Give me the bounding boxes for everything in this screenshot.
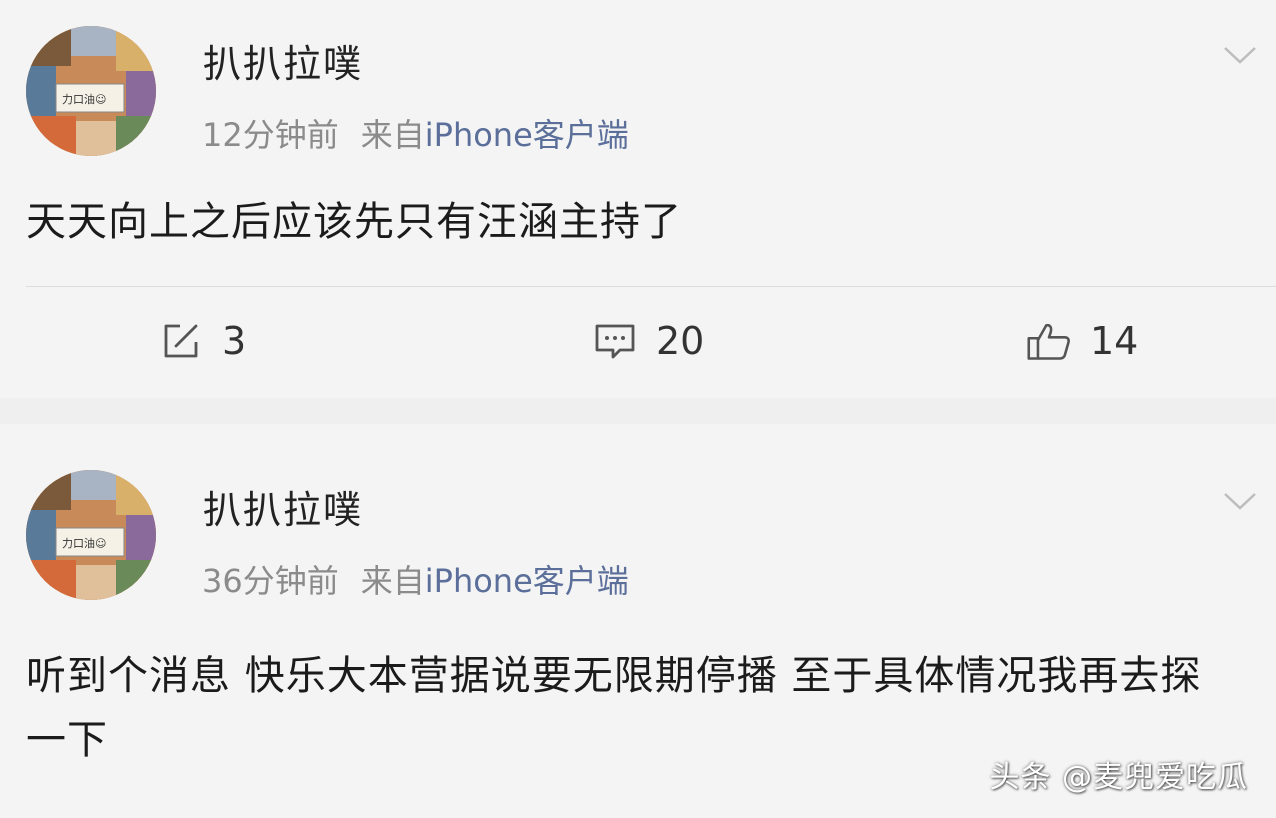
post-meta: 36分钟前 来自iPhone客户端 bbox=[202, 560, 629, 602]
svg-text:力口油☺: 力口油☺ bbox=[62, 92, 106, 106]
comment-bubble-icon bbox=[595, 324, 635, 359]
avatar[interactable]: 力口油☺ bbox=[26, 470, 156, 600]
client-link[interactable]: iPhone客户端 bbox=[425, 116, 629, 154]
comment-count: 20 bbox=[656, 319, 705, 363]
chevron-down-icon[interactable] bbox=[1222, 44, 1258, 66]
watermark: 头条 @麦兜爱吃瓜 bbox=[989, 760, 1248, 795]
post-text: 天天向上之后应该先只有汪涵主持了 bbox=[26, 199, 682, 245]
svg-text:力口油☺: 力口油☺ bbox=[62, 536, 106, 550]
chevron-down-icon[interactable] bbox=[1222, 490, 1258, 512]
comment-button[interactable]: 20 bbox=[592, 316, 704, 366]
repost-button[interactable]: 3 bbox=[158, 316, 246, 366]
avatar[interactable]: 力口油☺ bbox=[26, 26, 156, 156]
post-time: 36分钟前 bbox=[202, 562, 339, 600]
username[interactable]: 扒扒拉噗 bbox=[203, 486, 363, 534]
like-button[interactable]: 14 bbox=[1026, 316, 1138, 366]
post-meta: 12分钟前 来自iPhone客户端 bbox=[202, 114, 629, 156]
divider bbox=[26, 286, 1276, 287]
source-label: 来自 bbox=[360, 116, 425, 154]
edit-square-icon bbox=[164, 324, 198, 358]
like-count: 14 bbox=[1090, 319, 1139, 363]
source-label: 来自 bbox=[360, 562, 425, 600]
thumbs-up-icon bbox=[1027, 323, 1070, 360]
repost-count: 3 bbox=[222, 319, 247, 363]
post-time: 12分钟前 bbox=[202, 116, 339, 154]
post-card[interactable]: 力口油☺ 扒扒拉噗 12分钟前 来自iPhone客户端 天天向上之后应该先只有汪涵… bbox=[0, 0, 1276, 398]
client-link[interactable]: iPhone客户端 bbox=[425, 562, 629, 600]
avatar-image: 力口油☺ bbox=[26, 470, 156, 600]
post-card[interactable]: 力口油☺ 扒扒拉噗 36分钟前 来自iPhone客户端 听到个消息 快乐大本营据说… bbox=[0, 424, 1276, 818]
username[interactable]: 扒扒拉噗 bbox=[203, 40, 363, 88]
avatar-image: 力口油☺ bbox=[26, 26, 156, 156]
